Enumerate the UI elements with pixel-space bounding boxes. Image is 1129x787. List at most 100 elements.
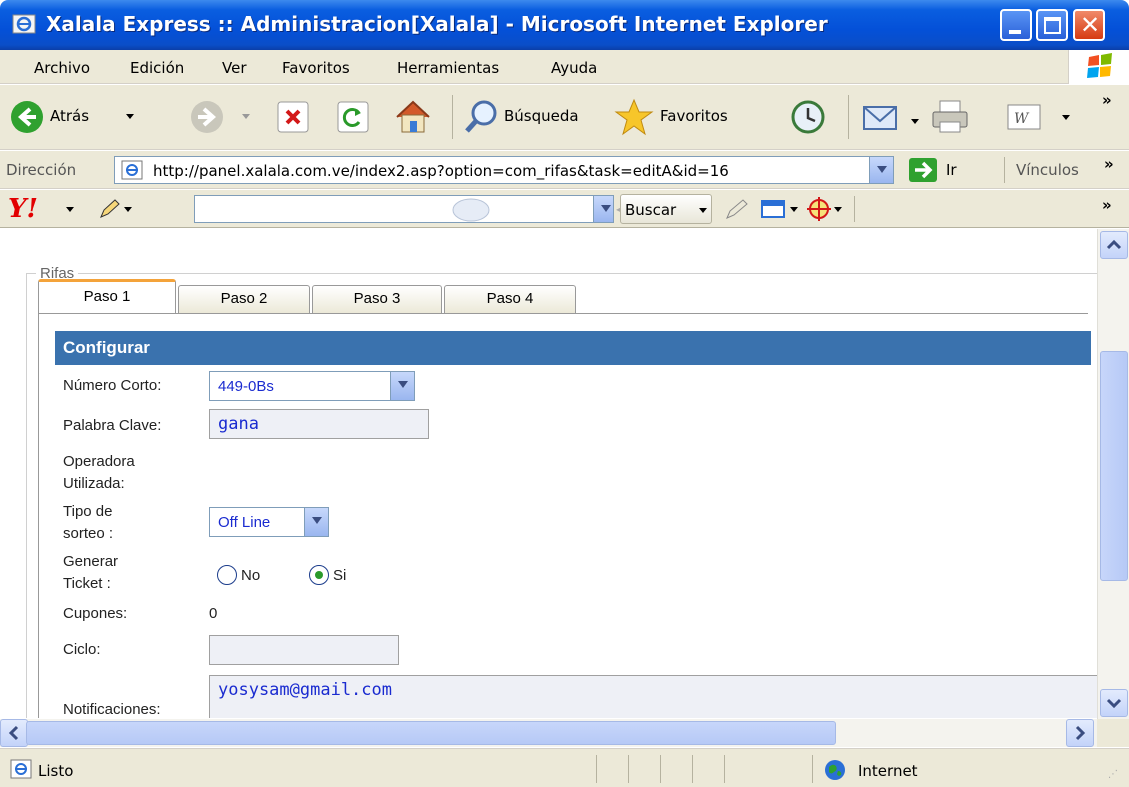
yahoo-search-dropdown-button[interactable] (593, 196, 613, 222)
menu-edicion[interactable]: Edición (130, 59, 184, 77)
status-separator (724, 755, 725, 783)
horizontal-scroll-thumb[interactable] (26, 721, 836, 745)
search-button[interactable]: Búsqueda (462, 97, 612, 137)
operadora-label-line1: Operadora (63, 453, 135, 470)
tab-paso-3[interactable]: Paso 3 (312, 285, 442, 313)
forward-button[interactable] (184, 97, 256, 137)
chevron-left-icon (8, 725, 19, 741)
antispy-icon[interactable] (806, 196, 832, 222)
menu-ayuda[interactable]: Ayuda (551, 59, 597, 77)
vertical-scroll-thumb[interactable] (1100, 351, 1128, 581)
scroll-right-button[interactable] (1066, 719, 1094, 747)
yahoo-buscar-button[interactable]: Buscar (620, 194, 712, 224)
tipo-sorteo-value: Off Line (218, 514, 271, 531)
maximize-icon (1044, 17, 1061, 34)
ticket-no-radio[interactable] (217, 565, 237, 585)
toolbar-overflow-chevron-icon[interactable]: » (1102, 91, 1112, 109)
mail-dropdown-icon[interactable] (911, 119, 919, 124)
chevron-down-icon (390, 372, 414, 400)
history-icon[interactable] (788, 99, 826, 135)
go-arrow-icon[interactable] (908, 157, 938, 183)
page-icon (121, 160, 143, 180)
palabra-clave-value: gana (218, 414, 259, 434)
operadora-label-line2: Utilizada: (63, 475, 125, 492)
tab-paso-4[interactable]: Paso 4 (444, 285, 576, 313)
resize-grip-icon[interactable]: ⋰ (1108, 769, 1118, 780)
windows-flag-icon (1087, 53, 1112, 78)
ticket-si-label: Si (333, 567, 347, 584)
yahoo-logo[interactable]: Y! (8, 194, 38, 224)
section-header: Configurar (55, 331, 1091, 365)
scroll-down-button[interactable] (1100, 689, 1128, 717)
pencil-dropdown-icon[interactable] (124, 207, 132, 212)
links-overflow-chevron-icon[interactable]: » (1104, 155, 1114, 173)
search-label: Búsqueda (504, 107, 579, 125)
numero-corto-label: Número Corto: (63, 377, 162, 394)
edit-dropdown-icon[interactable] (1062, 115, 1070, 120)
refresh-icon[interactable] (337, 101, 369, 133)
ie-window-icon (12, 14, 36, 34)
status-separator (628, 755, 629, 783)
notificaciones-textarea[interactable]: yosysam@gmail.com (209, 675, 1099, 718)
search-magnifier-icon (465, 100, 497, 133)
yahoo-overflow-chevron-icon[interactable]: » (1102, 196, 1112, 214)
back-button[interactable]: Atrás (4, 97, 152, 137)
yahoo-buscar-label: Buscar (625, 201, 677, 219)
menu-herramientas[interactable]: Herramientas (397, 59, 499, 77)
mail-icon[interactable] (860, 99, 904, 135)
horizontal-scrollbar[interactable] (0, 719, 1097, 747)
favorites-label: Favoritos (660, 107, 728, 125)
bookmarks-dropdown-icon[interactable] (790, 207, 798, 212)
tipo-sorteo-select[interactable]: Off Line (209, 507, 329, 537)
address-input[interactable]: http://panel.xalala.com.ve/index2.asp?op… (114, 156, 894, 184)
antispy-dropdown-icon[interactable] (834, 207, 842, 212)
title-bar[interactable]: Xalala Express :: Administracion[Xalala]… (0, 0, 1129, 50)
address-bar: Dirección http://panel.xalala.com.ve/ind… (0, 151, 1129, 189)
vertical-scrollbar[interactable] (1097, 229, 1129, 719)
favorites-button[interactable]: Favoritos (612, 97, 774, 137)
links-label[interactable]: Vínculos (1016, 161, 1079, 179)
palabra-clave-input[interactable]: gana (209, 409, 429, 439)
ciclo-input[interactable] (209, 635, 399, 665)
ticket-si-radio[interactable] (309, 565, 329, 585)
windows-logo (1068, 50, 1129, 84)
chevron-down-icon (1106, 698, 1122, 709)
status-bar: Listo Internet ⋰ (0, 748, 1129, 787)
home-icon[interactable] (393, 97, 433, 135)
menu-favoritos[interactable]: Favoritos (282, 59, 350, 77)
scroll-up-button[interactable] (1100, 231, 1128, 259)
pencil-icon[interactable] (98, 198, 122, 220)
chevron-up-icon (1106, 239, 1122, 250)
tab-paso-1[interactable]: Paso 1 (38, 279, 176, 313)
menu-bar: Archivo Edición Ver Favoritos Herramient… (0, 50, 1129, 84)
forward-dropdown-icon (242, 114, 250, 119)
menu-ver[interactable]: Ver (222, 59, 247, 77)
bookmarks-icon[interactable] (760, 198, 786, 220)
internet-globe-icon (825, 760, 845, 780)
yahoo-search-input[interactable] (194, 195, 614, 223)
word-edit-icon[interactable]: W (1006, 103, 1042, 131)
highlight-pen-icon[interactable] (724, 198, 750, 220)
menu-archivo[interactable]: Archivo (34, 59, 90, 77)
scroll-left-button[interactable] (0, 719, 28, 747)
go-button[interactable]: Ir (946, 161, 957, 179)
close-button[interactable]: ✕ (1073, 9, 1105, 41)
buscar-dropdown-icon (699, 208, 707, 213)
page-status-icon (10, 759, 32, 779)
standard-toolbar: Atrás Búsqueda Favoritos W » (0, 85, 1129, 150)
maximize-button[interactable] (1036, 9, 1068, 41)
yahoo-menu-dropdown-icon[interactable] (66, 207, 74, 212)
address-dropdown-button[interactable] (869, 157, 893, 183)
numero-corto-select[interactable]: 449-0Bs (209, 371, 415, 401)
stop-icon[interactable] (277, 101, 309, 133)
toolbar-separator (452, 95, 453, 139)
close-icon: ✕ (1080, 11, 1101, 39)
tipo-sorteo-label-line1: Tipo de (63, 503, 113, 520)
address-label: Dirección (6, 161, 77, 179)
generar-ticket-label-line1: Generar (63, 553, 119, 570)
print-icon[interactable] (930, 97, 970, 135)
window-title: Xalala Express :: Administracion[Xalala]… (46, 12, 828, 36)
yahoo-separator (854, 196, 855, 222)
minimize-button[interactable] (1000, 9, 1032, 41)
tab-paso-2[interactable]: Paso 2 (178, 285, 310, 313)
